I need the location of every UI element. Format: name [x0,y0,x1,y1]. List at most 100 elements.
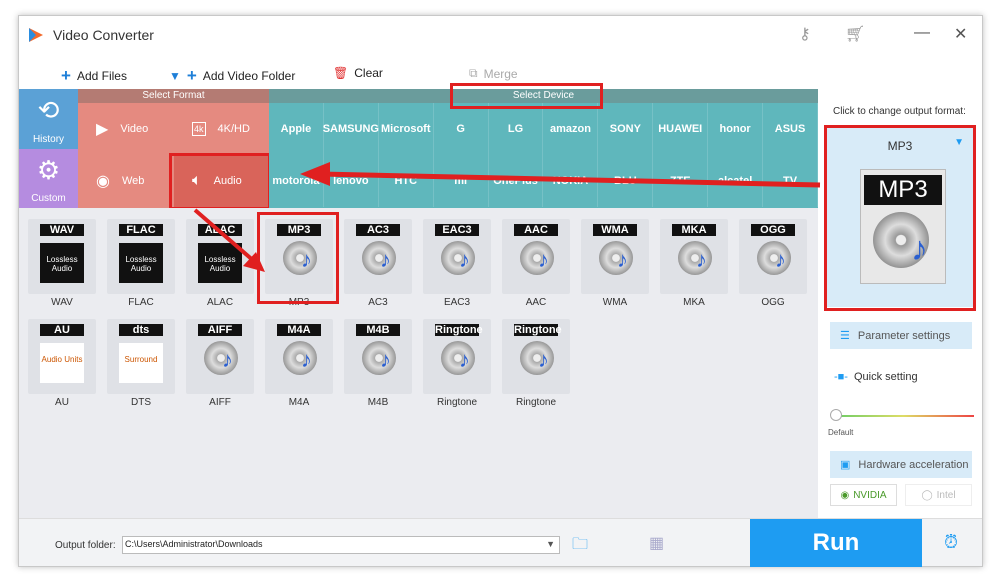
chip-icon: ▣ [840,459,851,471]
format-icon-sub: Lossless Audio [40,243,84,283]
add-files-button[interactable]: + Add Files [61,66,127,86]
nvidia-label: NVIDIA [853,489,887,501]
format-name: EAC3 [443,297,471,308]
merge-button[interactable]: ⧉ Merge [469,66,518,81]
output-path-text: C:\Users\Administrator\Downloads [125,539,263,549]
format-icon: AC3 ♪ [344,219,412,294]
format-video[interactable]: ▶ Video [78,103,173,155]
music-note-icon: ♪ [696,247,707,272]
format-web[interactable]: ◉ Web [78,155,173,207]
close-button[interactable]: ✕ [954,24,967,44]
intel-toggle[interactable]: ◯ Intel [905,484,972,506]
format-name: M4B [367,397,389,408]
device-brand-motorola[interactable]: motorola [269,155,324,207]
format-icon-label: dts [119,324,163,336]
hardware-acceleration-button[interactable]: ▣ Hardware acceleration [830,451,972,478]
history-tab[interactable]: ⟲ History [19,89,78,149]
nvidia-toggle[interactable]: ◉ NVIDIA [830,484,897,506]
output-folder-input[interactable]: C:\Users\Administrator\Downloads ▼ [122,536,560,554]
key-icon[interactable]: ⚷ [799,24,811,44]
format-tile-eac3[interactable]: EAC3 ♪ EAC3 [423,219,491,308]
device-brand-amazon[interactable]: amazon [544,103,599,155]
plus-icon: + [186,66,197,85]
music-note-icon: ♪ [617,247,628,272]
add-folder-button[interactable]: ▼ + Add Video Folder [169,66,295,86]
format-icon-label: WMA [593,224,637,236]
alarm-clock-icon[interactable]: ⏰︎ [944,532,958,553]
format-tile-flac[interactable]: FLAC Lossless Audio FLAC [107,219,175,308]
format-name: ALAC [206,297,234,308]
device-brand-apple[interactable]: Apple [269,103,324,155]
device-brand-g[interactable]: G [434,103,489,155]
format-icon-label: AC3 [356,224,400,236]
device-brand-sony[interactable]: SONY [598,103,654,155]
format-tile-wma[interactable]: WMA ♪ WMA [581,219,649,308]
device-brand-htc[interactable]: HTC [379,155,434,207]
device-brand-microsoft[interactable]: Microsoft [379,103,434,155]
device-brand-mi[interactable]: mi [434,155,489,207]
format-icon-label: AIFF [198,324,242,336]
parameter-settings-button[interactable]: ☰ Parameter settings [830,322,972,349]
sliders-icon: ☰ [840,330,850,342]
cart-icon[interactable]: 🛒︎ [845,24,865,44]
open-folder-icon[interactable]: 🗀︎ [572,533,588,560]
format-icon: FLAC Lossless Audio [107,219,175,294]
format-tile-au[interactable]: AU Audio Units AU [28,319,96,408]
device-brand-zte[interactable]: ZTE [653,155,709,207]
run-button[interactable]: Run [750,519,922,567]
output-panel: Click to change output format: MP3 ▼ MP3… [818,89,982,518]
format-tile-ac3[interactable]: AC3 ♪ AC3 [344,219,412,308]
device-brand-alcatel[interactable]: alcatel [708,155,764,207]
format-web-label: Web [121,175,145,187]
music-note-icon: ♪ [538,347,549,372]
format-tile-m4b[interactable]: M4B ♪ M4B [344,319,412,408]
device-brand-lg[interactable]: LG [489,103,544,155]
quick-setting-label: Quick setting [853,371,918,383]
device-brand-lenovo[interactable]: lenovo [324,155,379,207]
dropdown-icon[interactable]: ▼ [546,539,555,549]
format-tile-dts[interactable]: dts Surround DTS [107,319,175,408]
music-note-icon: ♪ [301,347,312,372]
slider-icon: -■- [834,371,848,383]
format-grid: WAV Lossless Audio WAV FLAC Lossless Audio FL… [19,208,818,518]
clear-button[interactable]: 🗑︎ Clear [333,66,383,80]
merge-icon: ⧉ [469,66,478,80]
format-icon: Ringtone ♪ [502,319,570,394]
format-tile-aac[interactable]: AAC ♪ AAC [502,219,570,308]
format-name: AAC [525,297,547,308]
device-brand-nokia[interactable]: NOKIA [544,155,599,207]
device-brand-blu[interactable]: BLU [598,155,654,207]
format-tile-aiff[interactable]: AIFF ♪ AIFF [186,319,254,408]
format-tile-ringtone[interactable]: Ringtone ♪ Ringtone [502,319,570,408]
device-brand-tv[interactable]: TV [763,155,818,207]
format-icon-label: M4A [277,324,321,336]
device-brand-huawei[interactable]: HUAWEI [653,103,709,155]
format-name: Ringtone [436,397,478,408]
device-brand-honor[interactable]: honor [708,103,764,155]
format-icon-label: AU [40,324,84,336]
quick-setting: -■- Quick setting [834,371,918,383]
format-tile-ogg[interactable]: OGG ♪ OGG [739,219,807,308]
format-tile-ringtone[interactable]: Ringtone ♪ Ringtone [423,319,491,408]
intel-icon: ◯ [921,489,933,501]
format-icon-label: Ringtone [514,324,562,336]
minimize-button[interactable]: — [914,24,930,42]
format-tile-alac[interactable]: ALAC Lossless Audio ALAC [186,219,254,308]
device-brand-oneplus[interactable]: OnePlus [489,155,544,207]
format-tile-mka[interactable]: MKA ♪ MKA [660,219,728,308]
format-tile-m4a[interactable]: M4A ♪ M4A [265,319,333,408]
device-brand-asus[interactable]: ASUS [763,103,818,155]
format-icon-label: MKA [672,224,716,236]
highlight-audio [169,153,271,210]
slider-handle[interactable] [830,409,842,421]
format-tile-wav[interactable]: WAV Lossless Audio WAV [28,219,96,308]
device-brand-samsung[interactable]: SAMSUNG [323,103,379,155]
format-icon: EAC3 ♪ [423,219,491,294]
format-icon-label: EAC3 [435,224,479,236]
gear-icon: ⚙ [36,155,61,185]
custom-tab[interactable]: ⚙ Custom [19,149,78,208]
quality-slider[interactable] [832,415,974,417]
preview-icon[interactable]: ▦ [649,533,664,553]
format-icon-label: M4B [356,324,400,336]
format-4k-hd[interactable]: 4k 4K/HD [174,103,269,155]
